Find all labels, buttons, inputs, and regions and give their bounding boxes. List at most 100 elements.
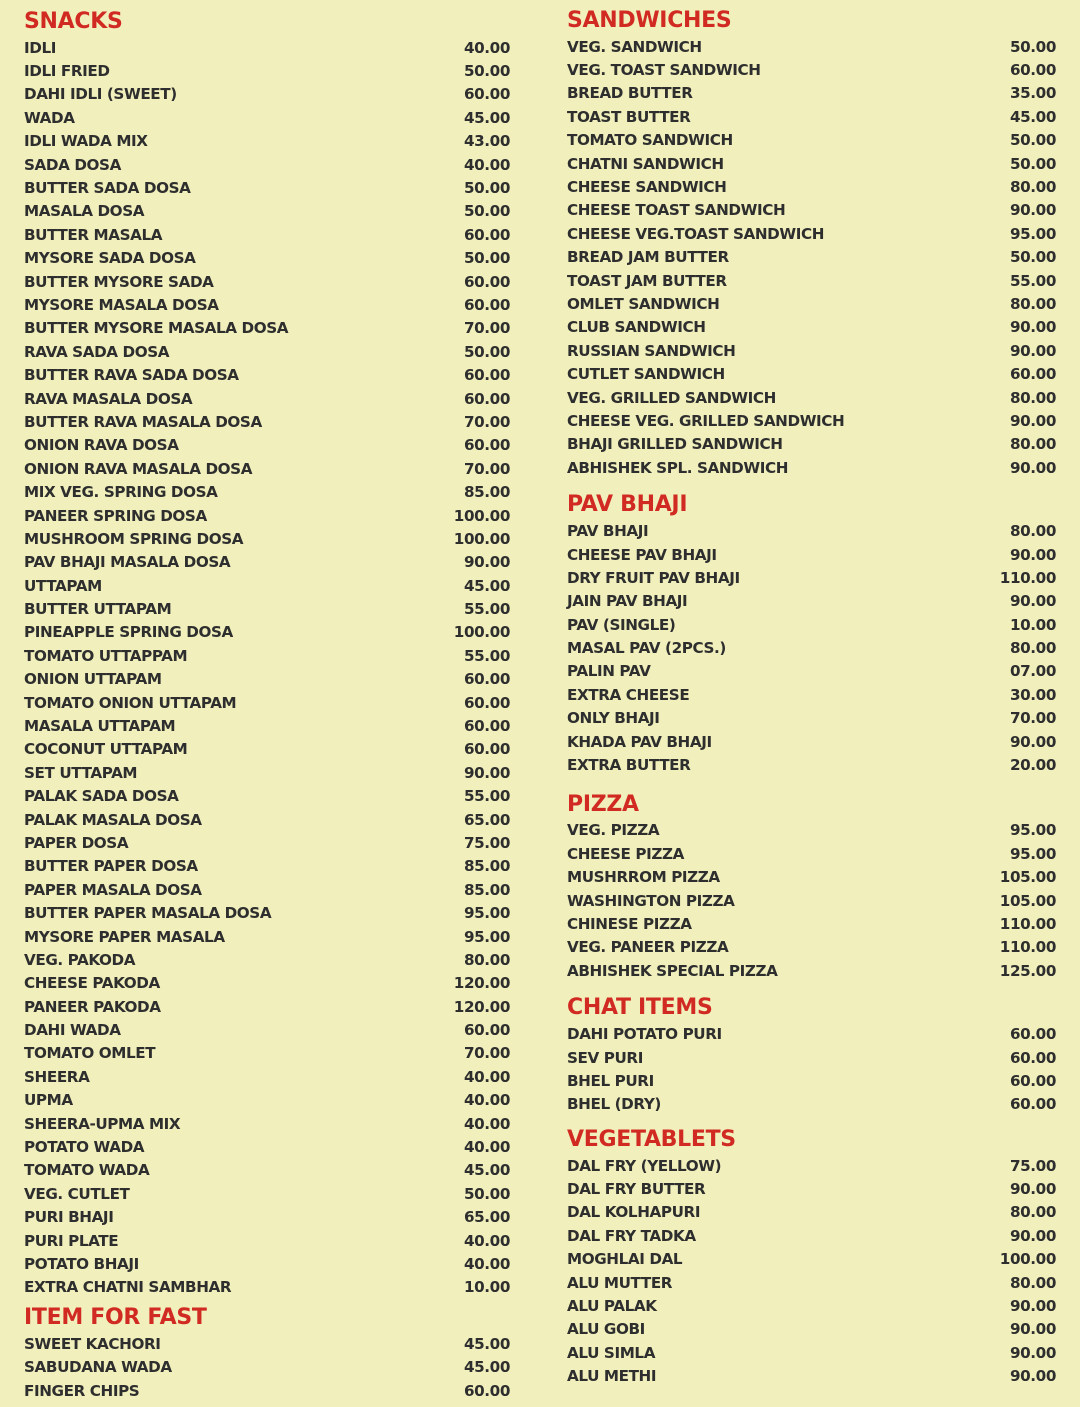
menu-item: PURI BHAJI 65.00 <box>24 1206 510 1229</box>
menu-item-price: 45.00 <box>463 1161 510 1180</box>
menu-item-name: BREAD JAM BUTTER <box>567 248 729 267</box>
menu-item: BUTTER SADA DOSA 50.00 <box>24 176 510 199</box>
menu-item-price: 70.00 <box>463 1044 510 1063</box>
menu-item: VEG. CUTLET 50.00 <box>24 1182 510 1205</box>
menu-item-price: 75.00 <box>463 833 510 852</box>
menu-item-name: DAL FRY (YELLOW) <box>567 1156 722 1175</box>
menu-item-name: PALIN PAV <box>567 662 651 681</box>
section-title: VEGETABLETS <box>567 1127 736 1153</box>
menu-item-price: 95.00 <box>1009 844 1056 863</box>
menu-item: POTATO WADA 40.00 <box>24 1135 510 1158</box>
section-title: PIZZA <box>567 791 639 817</box>
menu-item: BUTTER PAPER DOSA 85.00 <box>24 855 510 878</box>
menu-item-name: SHEERA <box>24 1067 90 1086</box>
menu-item-name: SWEET KACHORI <box>24 1334 161 1353</box>
menu-item-price: 55.00 <box>463 600 510 619</box>
menu-item-name: BUTTER SADA DOSA <box>24 179 191 198</box>
menu-item-name: PAV BHAJI MASALA DOSA <box>24 553 231 572</box>
menu-item: VEG. PIZZA 95.00 <box>567 819 1056 842</box>
menu-item-name: CHEESE PIZZA <box>567 844 684 863</box>
menu-item: RAVA SADA DOSA 50.00 <box>24 340 510 363</box>
menu-item-price: 60.00 <box>463 1381 510 1400</box>
menu-item: DAHI WADA 60.00 <box>24 1018 510 1041</box>
menu-item-price: 65.00 <box>463 810 510 829</box>
menu-section-sandwiches: SANDWICHES VEG. SANDWICH 50.00 VEG. TOAST S… <box>567 7 1056 479</box>
menu-item: DAHI POTATO PURI 60.00 <box>567 1022 1056 1045</box>
menu-item-price: 80.00 <box>1009 388 1056 407</box>
menu-item: PURI PLATE 40.00 <box>24 1229 510 1252</box>
menu-item-name: IDLI FRIED <box>24 62 110 81</box>
menu-item-price: 65.00 <box>463 1208 510 1227</box>
menu-item: IDLI FRIED 50.00 <box>24 59 510 82</box>
menu-item-name: BHEL (DRY) <box>567 1095 661 1114</box>
menu-item-name: SEV PURI <box>567 1048 643 1067</box>
menu-item-name: IDLI WADA MIX <box>24 132 148 151</box>
menu-item-name: BUTTER MYSORE MASALA DOSA <box>24 319 289 338</box>
menu-item-price: 90.00 <box>463 553 510 572</box>
menu-item-price: 100.00 <box>453 506 511 525</box>
menu-item-price: 60.00 <box>463 389 510 408</box>
menu-item-price: 55.00 <box>463 646 510 665</box>
menu-item-name: MIX VEG. SPRING DOSA <box>24 483 218 502</box>
menu-item: BUTTER RAVA SADA DOSA 60.00 <box>24 363 510 386</box>
menu-item: CHEESE VEG. GRILLED SANDWICH 90.00 <box>567 409 1056 432</box>
menu-item-price: 90.00 <box>1009 411 1056 430</box>
menu-item: IDLI 40.00 <box>24 36 510 59</box>
menu-item-price: 60.00 <box>463 366 510 385</box>
menu-item-price: 70.00 <box>1009 709 1056 728</box>
menu-item-name: MASAL PAV (2PCS.) <box>567 639 726 658</box>
menu-page: SNACKS IDLI 40.00 IDLI FRIED 50.00 DAHI IDLI … <box>0 0 1080 1407</box>
menu-item-name: PANEER SPRING DOSA <box>24 506 207 525</box>
menu-item-price: 60.00 <box>1009 61 1056 80</box>
menu-item-price: 55.00 <box>463 787 510 806</box>
menu-item: MUSHROOM SPRING DOSA 100.00 <box>24 527 510 550</box>
menu-item-name: POTATO WADA <box>24 1138 145 1157</box>
menu-item: CHEESE TOAST SANDWICH 90.00 <box>567 199 1056 222</box>
menu-item-name: DAL FRY BUTTER <box>567 1180 706 1199</box>
menu-item: EXTRA CHATNI SAMBHAR 10.00 <box>24 1276 510 1299</box>
menu-item-price: 50.00 <box>463 1184 510 1203</box>
menu-item: TOMATO OMLET 70.00 <box>24 1042 510 1065</box>
menu-item-name: JAIN PAV BHAJI <box>567 592 688 611</box>
menu-item-price: 70.00 <box>463 412 510 431</box>
menu-item: SABUDANA WADA 45.00 <box>24 1355 510 1378</box>
menu-item: CHEESE PAKODA 120.00 <box>24 972 510 995</box>
menu-item-price: 60.00 <box>1009 1048 1056 1067</box>
menu-item: RUSSIAN SANDWICH 90.00 <box>567 339 1056 362</box>
menu-item-name: CLUB SANDWICH <box>567 318 706 337</box>
menu-item-name: VEG. SANDWICH <box>567 37 702 56</box>
menu-item-name: ABHISHEK SPL. SANDWICH <box>567 458 789 477</box>
menu-item-name: CHEESE VEG. GRILLED SANDWICH <box>567 411 845 430</box>
menu-item-price: 80.00 <box>1009 294 1056 313</box>
section-title: SNACKS <box>24 9 123 34</box>
menu-item-price: 45.00 <box>1009 107 1056 126</box>
menu-item-name: ONION UTTAPAM <box>24 670 162 689</box>
menu-item: ABHISHEK SPL. SANDWICH 90.00 <box>567 456 1056 479</box>
menu-section-pizza: PIZZA VEG. PIZZA 95.00 CHEESE PIZZA 95.00 MUS… <box>567 791 1056 983</box>
menu-item-price: 110.00 <box>999 914 1057 933</box>
menu-item-price: 80.00 <box>463 950 510 969</box>
menu-item: RAVA MASALA DOSA 60.00 <box>24 387 510 410</box>
menu-item: ONION RAVA DOSA 60.00 <box>24 434 510 457</box>
menu-item-name: UPMA <box>24 1091 73 1110</box>
menu-item-price: 60.00 <box>463 295 510 314</box>
menu-item: COCONUT UTTAPAM 60.00 <box>24 738 510 761</box>
menu-item: CHEESE PIZZA 95.00 <box>567 842 1056 865</box>
menu-item-price: 80.00 <box>1009 1273 1056 1292</box>
menu-item: VEG. PANEER PIZZA 110.00 <box>567 936 1056 959</box>
menu-item: MYSORE SADA DOSA 50.00 <box>24 247 510 270</box>
menu-item-price: 60.00 <box>1009 365 1056 384</box>
menu-item: WASHINGTON PIZZA 105.00 <box>567 889 1056 912</box>
menu-item: BUTTER MYSORE MASALA DOSA 70.00 <box>24 317 510 340</box>
menu-item: SET UTTAPAM 90.00 <box>24 761 510 784</box>
menu-item: PINEAPPLE SPRING DOSA 100.00 <box>24 621 510 644</box>
menu-item-price: 60.00 <box>463 225 510 244</box>
menu-item-name: ONION RAVA MASALA DOSA <box>24 459 253 478</box>
menu-item-price: 07.00 <box>1009 662 1056 681</box>
menu-item-name: ALU SIMLA <box>567 1343 656 1362</box>
menu-item-name: DAHI POTATO PURI <box>567 1025 722 1044</box>
menu-item-price: 60.00 <box>1009 1071 1056 1090</box>
menu-item-price: 60.00 <box>463 717 510 736</box>
menu-item-price: 90.00 <box>1009 201 1056 220</box>
menu-item-price: 50.00 <box>1009 37 1056 56</box>
